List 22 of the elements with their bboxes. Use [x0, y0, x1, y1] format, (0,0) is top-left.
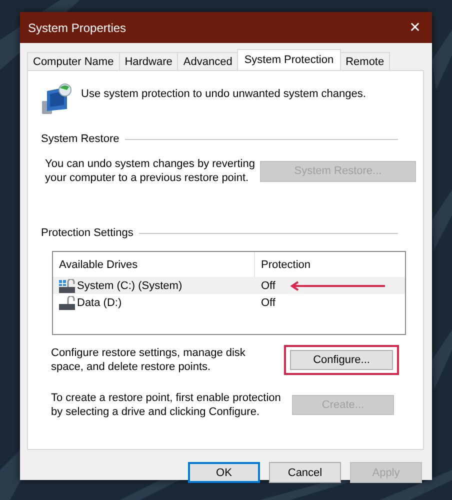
drive-row[interactable]: System (C:) (System) Off: [53, 277, 405, 294]
drive-row[interactable]: Data (D:) Off: [53, 294, 405, 311]
group-heading: Protection Settings: [41, 227, 134, 239]
description-text: You can undo system changes by reverting your computer to a previous restore point.: [45, 157, 256, 185]
computer-shield-icon: [41, 83, 73, 115]
intro-text: Use system protection to undo unwanted system changes.: [81, 88, 366, 100]
drive-name: System (C:) (System): [77, 280, 182, 292]
group-heading: System Restore: [41, 133, 120, 145]
tab[interactable]: System Protection: [237, 49, 341, 70]
tab[interactable]: Remote: [340, 52, 390, 70]
dialog-button[interactable]: Cancel: [269, 462, 341, 483]
tab[interactable]: Computer Name: [27, 52, 120, 70]
description-text: Configure restore settings, manage disk space, and delete restore points.: [51, 346, 246, 374]
protection-status: Off: [261, 280, 276, 292]
window-title: System Properties: [28, 20, 126, 34]
column-header[interactable]: Protection: [255, 252, 405, 277]
drive-name: Data (D:): [77, 296, 122, 308]
configure-button[interactable]: Configure...: [290, 350, 393, 370]
description-text: To create a restore point, first enable protection by selecting a drive and clicking Configure.: [51, 391, 282, 419]
dialog-button[interactable]: OK: [188, 462, 260, 483]
close-button[interactable]: ✕: [398, 12, 432, 43]
protection-status: Off: [261, 296, 276, 308]
